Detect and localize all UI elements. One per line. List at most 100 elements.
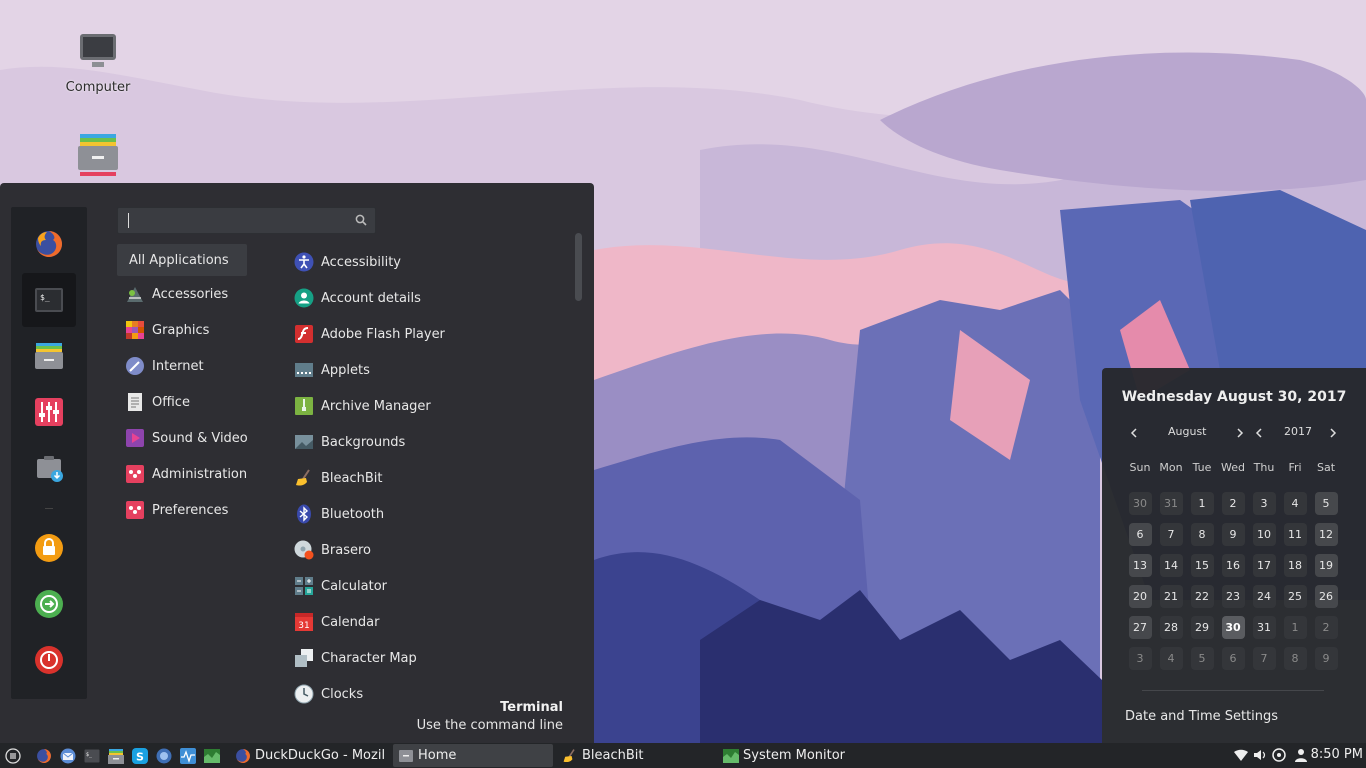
- favorite-firefox[interactable]: [22, 217, 76, 271]
- calendar-day[interactable]: 2: [1221, 492, 1245, 515]
- prev-year-button[interactable]: [1252, 426, 1266, 440]
- category-all-applications[interactable]: All Applications: [117, 244, 247, 276]
- calendar-day[interactable]: 9: [1221, 523, 1245, 546]
- app-calendar[interactable]: 31 Calendar: [294, 608, 379, 636]
- favorite-shutdown[interactable]: [22, 633, 76, 687]
- calendar-day[interactable]: 24: [1252, 585, 1276, 608]
- desktop-icon-computer[interactable]: Computer: [53, 32, 143, 95]
- tray-wifi[interactable]: [1233, 747, 1249, 763]
- calendar-day[interactable]: 4: [1283, 492, 1307, 515]
- category-sound-video[interactable]: Sound & Video: [117, 422, 248, 454]
- calendar-day[interactable]: 15: [1190, 554, 1214, 577]
- calendar-day[interactable]: 7: [1159, 523, 1183, 546]
- app-bleachbit[interactable]: BleachBit: [294, 464, 383, 492]
- date-time-settings-link[interactable]: Date and Time Settings: [1125, 709, 1278, 724]
- calendar-day[interactable]: 18: [1283, 554, 1307, 577]
- next-month-button[interactable]: [1233, 426, 1247, 440]
- taskbar-window-bleachbit[interactable]: BleachBit: [557, 744, 715, 767]
- character-map-icon: [294, 648, 314, 668]
- favorite-terminal[interactable]: $_: [22, 273, 76, 327]
- next-year-button[interactable]: [1326, 426, 1340, 440]
- calendar-day[interactable]: 6: [1128, 523, 1152, 546]
- favorite-logout[interactable]: [22, 577, 76, 631]
- calendar-day[interactable]: 12: [1314, 523, 1338, 546]
- calendar-day[interactable]: 2: [1314, 616, 1338, 639]
- calendar-day[interactable]: 22: [1190, 585, 1214, 608]
- calendar-day[interactable]: 31: [1159, 492, 1183, 515]
- category-office[interactable]: Office: [117, 386, 247, 418]
- launcher-network[interactable]: [154, 745, 174, 766]
- launcher-files[interactable]: [106, 745, 126, 766]
- app-character-map[interactable]: Character Map: [294, 644, 417, 672]
- launcher-skype[interactable]: S: [130, 745, 150, 766]
- calendar-day[interactable]: 8: [1283, 647, 1307, 670]
- calendar-day[interactable]: 30: [1128, 492, 1152, 515]
- calendar-day[interactable]: 28: [1159, 616, 1183, 639]
- favorite-software-manager[interactable]: [22, 441, 76, 495]
- app-adobe-flash-player[interactable]: Adobe Flash Player: [294, 320, 445, 348]
- calendar-day[interactable]: 5: [1314, 492, 1338, 515]
- calendar-day[interactable]: 30: [1221, 616, 1245, 639]
- calendar-day[interactable]: 1: [1283, 616, 1307, 639]
- calendar-day[interactable]: 9: [1314, 647, 1338, 670]
- menu-button[interactable]: [3, 745, 23, 766]
- calendar-day[interactable]: 16: [1221, 554, 1245, 577]
- calendar-day[interactable]: 25: [1283, 585, 1307, 608]
- desktop-icon-files[interactable]: [53, 132, 143, 183]
- app-brasero[interactable]: Brasero: [294, 536, 371, 564]
- category-preferences[interactable]: Preferences: [117, 494, 247, 526]
- launcher-thunderbird[interactable]: [58, 745, 78, 766]
- calendar-day[interactable]: 31: [1252, 616, 1276, 639]
- app-applets[interactable]: Applets: [294, 356, 370, 384]
- calendar-day[interactable]: 13: [1128, 554, 1152, 577]
- calendar-day[interactable]: 21: [1159, 585, 1183, 608]
- category-graphics[interactable]: Graphics: [117, 314, 247, 346]
- app-calculator[interactable]: Calculator: [294, 572, 387, 600]
- app-clocks[interactable]: Clocks: [294, 680, 363, 708]
- calendar-day[interactable]: 20: [1128, 585, 1152, 608]
- tray-volume[interactable]: [1252, 747, 1268, 763]
- calendar-day[interactable]: 5: [1190, 647, 1214, 670]
- favorite-files[interactable]: [22, 329, 76, 383]
- tray-update[interactable]: [1271, 747, 1287, 763]
- launcher-terminal[interactable]: $_: [82, 745, 102, 766]
- app-backgrounds[interactable]: Backgrounds: [294, 428, 405, 456]
- app-account-details[interactable]: Account details: [294, 284, 421, 312]
- prev-month-button[interactable]: [1127, 426, 1141, 440]
- tray-user[interactable]: [1293, 747, 1309, 763]
- category-administration[interactable]: Administration: [117, 458, 247, 490]
- category-accessories[interactable]: Accessories: [117, 278, 247, 310]
- search-box[interactable]: [117, 207, 376, 234]
- launcher-firefox[interactable]: [34, 745, 54, 766]
- calendar-day[interactable]: 11: [1283, 523, 1307, 546]
- calendar-day[interactable]: 1: [1190, 492, 1214, 515]
- category-internet[interactable]: Internet: [117, 350, 247, 382]
- launcher-system-monitor[interactable]: [202, 745, 222, 766]
- apps-scrollbar[interactable]: [575, 233, 582, 301]
- calendar-day[interactable]: 17: [1252, 554, 1276, 577]
- favorite-settings[interactable]: [22, 385, 76, 439]
- calendar-day[interactable]: 19: [1314, 554, 1338, 577]
- calendar-day[interactable]: 3: [1252, 492, 1276, 515]
- calendar-day[interactable]: 7: [1252, 647, 1276, 670]
- search-input[interactable]: [126, 211, 346, 230]
- app-archive-manager[interactable]: Archive Manager: [294, 392, 431, 420]
- app-accessibility[interactable]: Accessibility: [294, 248, 401, 276]
- calendar-day[interactable]: 27: [1128, 616, 1152, 639]
- calendar-day[interactable]: 6: [1221, 647, 1245, 670]
- calendar-day[interactable]: 3: [1128, 647, 1152, 670]
- calendar-day[interactable]: 26: [1314, 585, 1338, 608]
- calendar-day[interactable]: 8: [1190, 523, 1214, 546]
- taskbar-window-home[interactable]: Home: [393, 744, 553, 767]
- calendar-day[interactable]: 10: [1252, 523, 1276, 546]
- calendar-day[interactable]: 14: [1159, 554, 1183, 577]
- favorite-lock-screen[interactable]: [22, 521, 76, 575]
- calendar-day[interactable]: 23: [1221, 585, 1245, 608]
- taskbar-window-firefox[interactable]: DuckDuckGo - Mozill...: [230, 744, 386, 767]
- clock[interactable]: 8:50 PM: [1311, 747, 1363, 762]
- calendar-day[interactable]: 29: [1190, 616, 1214, 639]
- app-bluetooth[interactable]: Bluetooth: [294, 500, 384, 528]
- calendar-day[interactable]: 4: [1159, 647, 1183, 670]
- taskbar-window-system-monitor[interactable]: System Monitor: [718, 744, 880, 767]
- launcher-activity[interactable]: [178, 745, 198, 766]
